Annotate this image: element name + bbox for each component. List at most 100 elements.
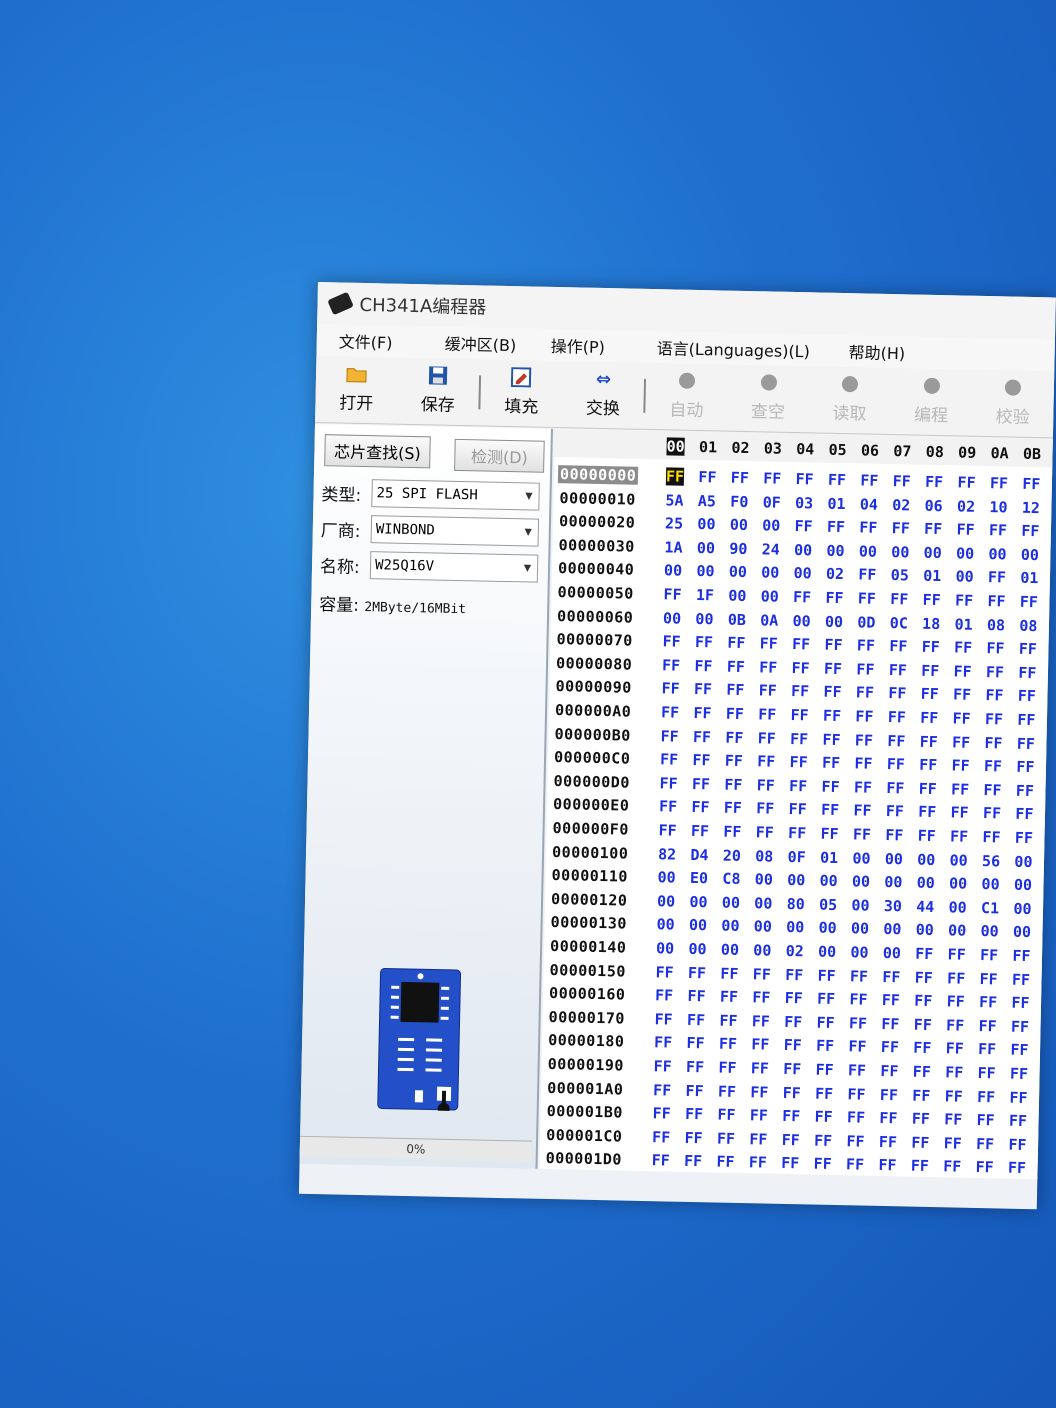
open-button[interactable]: 打开 [315, 356, 398, 415]
hex-byte-cell[interactable]: 00 [826, 542, 844, 560]
hex-byte-cell[interactable]: FF [661, 680, 679, 698]
hex-byte-cell[interactable]: 00 [721, 941, 739, 959]
type-select[interactable]: 25 SPI FLASH ▼ [371, 479, 540, 511]
hex-byte-cell[interactable]: FF [1015, 805, 1033, 823]
hex-byte-cell[interactable]: 08 [987, 616, 1005, 634]
hex-byte-cell[interactable]: FF [823, 683, 841, 701]
hex-byte-cell[interactable]: FF [822, 730, 840, 748]
hex-byte-cell[interactable]: FF [785, 989, 803, 1007]
menu-buffer[interactable]: 缓冲区(B) [423, 330, 529, 356]
hex-byte-cell[interactable]: FF [1010, 1065, 1028, 1083]
hex-byte-cell[interactable]: FF [717, 1129, 735, 1147]
hex-byte-cell[interactable]: 90 [729, 539, 747, 557]
hex-byte-cell[interactable]: 00 [722, 893, 740, 911]
hex-byte-cell[interactable]: FF [880, 1062, 898, 1080]
hex-byte-cell[interactable]: FF [793, 588, 811, 606]
hex-byte-cell[interactable]: FF [912, 1086, 930, 1104]
hex-byte-cell[interactable]: FF [726, 705, 744, 723]
hex-byte-cell[interactable]: FF [752, 988, 770, 1006]
hex-byte-cell[interactable]: 30 [884, 897, 902, 915]
hex-byte-cell[interactable]: FF [1012, 947, 1030, 965]
hex-byte-cell[interactable]: FF [878, 1156, 896, 1174]
hex-byte-cell[interactable]: FF [828, 471, 846, 489]
hex-byte-cell[interactable]: FF [1018, 664, 1036, 682]
hex-byte-cell[interactable]: FF [691, 798, 709, 816]
hex-byte-cell[interactable]: FF [912, 1110, 930, 1128]
hex-byte-cell[interactable]: FF [692, 751, 710, 769]
hex-byte-cell[interactable]: FF [659, 774, 677, 792]
hex-byte-cell[interactable]: 00 [689, 916, 707, 934]
hex-byte-cell[interactable]: 00 [884, 873, 902, 891]
hex-byte-cell[interactable]: FF [662, 632, 680, 650]
program-button[interactable]: 编程 [890, 368, 973, 427]
hex-byte-cell[interactable]: FF [854, 755, 872, 773]
hex-byte-cell[interactable]: FF [724, 799, 742, 817]
hex-byte-cell[interactable]: 80 [786, 895, 804, 913]
hex-byte-cell[interactable]: FF [726, 681, 744, 699]
hex-byte-cell[interactable]: 00 [923, 544, 941, 562]
hex-byte-cell[interactable]: 5A [665, 491, 683, 509]
hex-byte-cell[interactable]: FF [684, 1129, 702, 1147]
hex-byte-cell[interactable]: FF [984, 757, 1002, 775]
hex-byte-cell[interactable]: FF [724, 775, 742, 793]
hex-byte-cell[interactable]: FF [827, 518, 845, 536]
hex-byte-cell[interactable]: FF [716, 1153, 734, 1171]
hex-byte-cell[interactable]: FF [885, 826, 903, 844]
hex-byte-cell[interactable]: FF [957, 473, 975, 491]
hex-byte-cell[interactable]: FF [1015, 829, 1033, 847]
hex-byte-cell[interactable]: 00 [754, 894, 772, 912]
hex-byte-cell[interactable]: FF [823, 707, 841, 725]
hex-byte-cell[interactable]: 00 [755, 870, 773, 888]
hex-byte-cell[interactable]: FF [913, 1039, 931, 1057]
hex-byte-cell[interactable]: FF [915, 945, 933, 963]
hex-byte-cell[interactable]: FF [749, 1130, 767, 1148]
auto-button[interactable]: 自动 [645, 363, 728, 422]
hex-byte-cell[interactable]: 0D [857, 613, 875, 631]
hex-byte-cell[interactable]: 0F [787, 848, 805, 866]
hex-byte-cell[interactable]: FF [855, 707, 873, 725]
hex-byte-cell[interactable]: FF [750, 1106, 768, 1124]
hex-byte-cell[interactable]: FF [952, 733, 970, 751]
hex-byte-cell[interactable]: FF [879, 1109, 897, 1127]
hex-byte-cell[interactable]: FF [946, 993, 964, 1011]
hex-byte-cell[interactable]: FF [822, 754, 840, 772]
hex-byte-cell[interactable]: 02 [892, 496, 910, 514]
hex-byte-cell[interactable]: FF [950, 827, 968, 845]
hex-byte-cell[interactable]: FF [944, 1087, 962, 1105]
hex-byte-cell[interactable]: 00 [883, 920, 901, 938]
hex-byte-cell[interactable]: 20 [723, 846, 741, 864]
hex-byte-cell[interactable]: FF [1017, 711, 1035, 729]
hex-byte-cell[interactable]: FF [886, 802, 904, 820]
hex-byte-cell[interactable]: FF [723, 823, 741, 841]
hex-byte-cell[interactable]: FF [950, 804, 968, 822]
hex-byte-cell[interactable]: 05 [819, 895, 837, 913]
hex-byte-cell[interactable]: FF [684, 1152, 702, 1170]
hex-byte-cell[interactable]: FF [694, 680, 712, 698]
hex-byte-cell[interactable]: FF [918, 827, 936, 845]
hex-byte-cell[interactable]: 00 [664, 562, 682, 580]
hex-byte-cell[interactable]: FF [720, 988, 738, 1006]
hex-byte-cell[interactable]: FF [791, 682, 809, 700]
hex-byte-cell[interactable]: FF [990, 474, 1008, 492]
hex-byte-cell[interactable]: 00 [818, 943, 836, 961]
verify-button[interactable]: 校验 [972, 370, 1055, 429]
hex-byte-cell[interactable]: FF [821, 777, 839, 795]
hex-byte-cell[interactable]: FF [914, 992, 932, 1010]
hex-byte-cell[interactable]: 0A [760, 611, 778, 629]
hex-byte-cell[interactable]: FF [984, 734, 1002, 752]
hex-byte-cell[interactable]: FF [824, 636, 842, 654]
hex-byte-cell[interactable]: FF [918, 803, 936, 821]
hex-byte-cell[interactable]: FF [698, 468, 716, 486]
hex-byte-cell[interactable]: FF [888, 708, 906, 726]
save-button[interactable]: 保存 [397, 358, 480, 417]
hex-byte-cell[interactable]: FF [757, 752, 775, 770]
hex-byte-cell[interactable]: FF [890, 590, 908, 608]
hex-byte-cell[interactable]: 00 [988, 545, 1006, 563]
menu-operation[interactable]: 操作(P) [528, 332, 634, 358]
hex-byte-cell[interactable]: FF [919, 756, 937, 774]
hex-byte-cell[interactable]: 00 [949, 851, 967, 869]
hex-byte-cell[interactable]: 1F [696, 586, 714, 604]
hex-byte-cell[interactable]: FF [921, 638, 939, 656]
hex-byte-cell[interactable]: FF [951, 780, 969, 798]
swap-button[interactable]: ⇔ 交换 [562, 361, 645, 420]
